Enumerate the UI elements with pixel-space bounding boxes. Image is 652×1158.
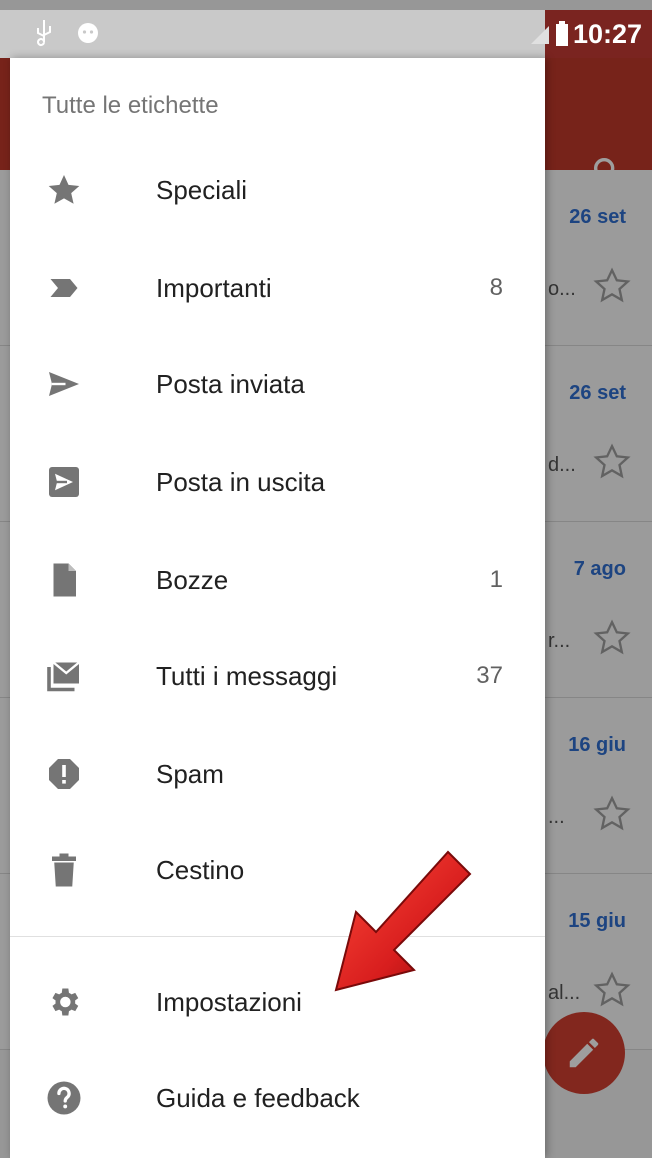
drawer-item-label: Spam — [156, 758, 224, 789]
help-icon — [46, 1080, 82, 1116]
drawer-item-label: Importanti — [156, 272, 272, 303]
drawer-item-label: Cestino — [156, 854, 245, 885]
drawer-item-label: Guida e feedback — [156, 1082, 360, 1113]
drawer-item-label: Bozze — [156, 564, 229, 595]
notification-icons — [34, 18, 100, 48]
star-icon — [46, 172, 82, 208]
drawer-header: Tutte le etichette — [42, 92, 219, 119]
important-icon — [46, 270, 82, 306]
status-time: 10:27 — [572, 18, 642, 49]
outbox-icon — [46, 464, 82, 500]
status-bar-right: 10:27 — [530, 10, 652, 58]
drawer-item-count: 37 — [476, 662, 503, 689]
android-icon — [78, 23, 98, 43]
drawer-item-posta-inviata[interactable]: Posta inviata — [10, 336, 545, 432]
drawer-item-label: Posta inviata — [156, 368, 305, 399]
drawer-item-spam[interactable]: Spam — [10, 726, 545, 822]
usb-icon — [37, 20, 51, 47]
battery-icon — [555, 21, 568, 46]
red-arrow-annotation — [334, 850, 472, 992]
all-mail-icon — [46, 658, 82, 694]
gear-icon — [46, 984, 82, 1020]
draft-icon — [46, 562, 82, 598]
drawer-item-bozze[interactable]: Bozze 1 — [10, 532, 545, 628]
drawer-item-label: Impostazioni — [156, 986, 302, 1017]
drawer-item-label: Posta in uscita — [156, 466, 326, 497]
drawer-item-posta-in-uscita[interactable]: Posta in uscita — [10, 434, 545, 530]
signal-icon — [530, 26, 549, 44]
drawer-item-label: Speciali — [156, 174, 248, 205]
drawer-item-count: 8 — [489, 274, 503, 301]
drawer-item-guida-e-feedback[interactable]: Guida e feedback — [10, 1050, 545, 1146]
spam-icon — [46, 756, 82, 792]
drawer-item-importanti[interactable]: Importanti 8 — [10, 240, 545, 336]
drawer-item-speciali[interactable]: Speciali — [10, 142, 545, 238]
drawer-item-count: 1 — [489, 566, 503, 593]
drawer-item-label: Tutti i messaggi — [156, 660, 338, 691]
trash-icon — [46, 852, 82, 888]
drawer-item-tutti-i-messaggi[interactable]: Tutti i messaggi 37 — [10, 628, 545, 724]
send-icon — [46, 366, 82, 402]
